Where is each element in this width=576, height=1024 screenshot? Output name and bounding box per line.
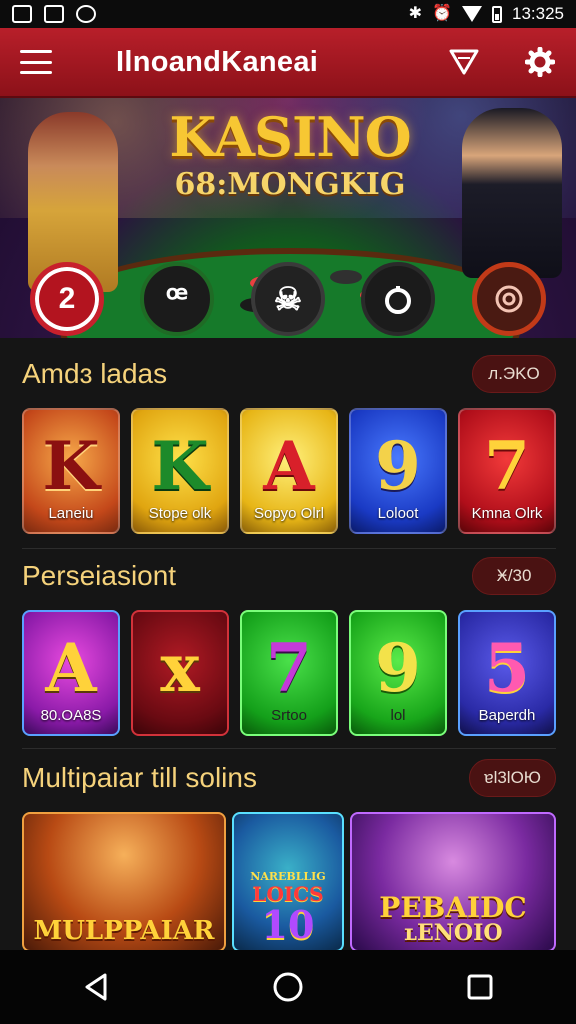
game-glyph: K — [42, 427, 100, 505]
app-bar: IlnoandKaneai — [0, 28, 576, 98]
game-glyph: 9 — [375, 427, 421, 505]
game-label: Loloot — [377, 505, 419, 522]
category-target[interactable] — [472, 262, 546, 336]
promo-card[interactable]: NAREBLLIG LOICS 10 — [232, 812, 344, 952]
promo-card[interactable]: MULPPAIAR — [22, 812, 226, 952]
alarm-icon: ⏰ — [432, 5, 452, 22]
game-label: Sopyo Olrl — [253, 505, 325, 522]
divider — [22, 548, 556, 549]
image-icon — [12, 5, 32, 23]
navigation-bar — [0, 950, 576, 1024]
category-skull[interactable]: ☠ — [251, 262, 325, 336]
filter-icon[interactable] — [448, 46, 480, 78]
app-notification-icon — [76, 5, 96, 23]
section-header-1: Amdɜ ladas ᴫ.ЭKO — [22, 354, 556, 394]
game-tile[interactable]: 9 lol — [349, 610, 447, 736]
game-glyph: 5 — [484, 629, 530, 707]
app-screen: ✱ ⏰ 13:325 IlnoandKaneai KASINO 68:MONGK… — [0, 0, 576, 1024]
game-label: Srtoo — [271, 707, 307, 724]
logo-title: KASINO — [169, 105, 411, 169]
logo-subtitle: 68:MONGKIG — [174, 167, 406, 202]
game-tile[interactable]: A Sopyo Olrl — [240, 408, 338, 534]
category-power[interactable] — [361, 262, 435, 336]
promo-title: MULPPAIAR — [33, 916, 215, 946]
promo-title: PEBAIDC — [379, 891, 527, 924]
see-all-button[interactable]: Ӿ/30 — [472, 557, 556, 595]
game-tile[interactable]: 7 Kmna Olrk — [458, 408, 556, 534]
game-glyph: x — [160, 629, 200, 707]
section-title: Amdɜ ladas — [22, 358, 168, 389]
section-title: Perseiasiont — [22, 560, 177, 591]
game-label: Baperdh — [478, 707, 536, 724]
promo-card[interactable]: PEBAIDC ʟENOIO — [350, 812, 556, 952]
casino-logo: KASINO 68:MONGKIG — [160, 110, 420, 201]
game-label: Laneiu — [48, 505, 94, 522]
game-label: Stope olk — [148, 505, 212, 522]
game-tile[interactable]: x — [131, 610, 229, 736]
see-all-button[interactable]: ᴫ.ЭKO — [472, 355, 556, 393]
promo-number: 10 — [261, 902, 315, 947]
skull-icon: ☠ — [273, 281, 303, 317]
game-glyph: 7 — [484, 427, 530, 505]
bluetooth-icon: ✱ — [408, 5, 423, 22]
home-icon[interactable] — [264, 963, 312, 1011]
section-header-3: Multipaiar till solins ɐl3lOЮ — [22, 758, 556, 798]
game-label: Kmna Olrk — [471, 505, 543, 522]
promo-title: LOICS — [252, 882, 324, 906]
power-icon — [385, 286, 411, 314]
game-glyph: 9 — [375, 629, 421, 707]
five-icon: ꟹ — [166, 280, 188, 318]
status-bar: ✱ ⏰ 13:325 — [0, 0, 576, 28]
see-all-button[interactable]: ɐl3lOЮ — [469, 759, 556, 797]
category-number[interactable]: 2 — [30, 262, 104, 336]
game-label: 80.OA8S — [40, 707, 102, 724]
target-icon — [495, 285, 523, 313]
game-tile[interactable]: K Stope olk — [131, 408, 229, 534]
category-number-label: 2 — [58, 282, 76, 315]
promo-subtitle: ʟENOIO — [403, 920, 503, 946]
game-row-2: A 80.OA8S x 7 Srtoo 9 lol 5 Baperdh — [22, 610, 556, 736]
section-title: Multipaiar till solins — [22, 762, 257, 793]
category-row: 2 ꟹ ☠ — [0, 258, 576, 340]
game-glyph: 7 — [266, 629, 312, 707]
game-tile[interactable]: 7 Srtoo — [240, 610, 338, 736]
back-icon[interactable] — [72, 963, 120, 1011]
signal-icon — [462, 6, 482, 22]
game-label: lol — [390, 707, 406, 724]
clock: 13:325 — [512, 4, 564, 23]
game-glyph: K — [151, 427, 209, 505]
game-tile[interactable]: 9 Loloot — [349, 408, 447, 534]
category-five[interactable]: ꟹ — [140, 262, 214, 336]
section-header-2: Perseiasiont Ӿ/30 — [22, 556, 556, 596]
game-tile[interactable]: K Laneiu — [22, 408, 120, 534]
game-glyph: A — [45, 629, 97, 707]
game-row-1: K Laneiu K Stope olk A Sopyo Olrl 9 Lolo… — [22, 408, 556, 534]
promo-subtitle: NAREBLLIG — [250, 870, 326, 883]
game-tile[interactable]: 5 Baperdh — [458, 610, 556, 736]
gallery-icon — [44, 5, 64, 23]
dealer-man-image — [462, 108, 562, 278]
game-glyph: A — [263, 427, 315, 505]
game-tile[interactable]: A 80.OA8S — [22, 610, 120, 736]
app-title: IlnoandKaneai — [116, 45, 319, 78]
menu-icon[interactable] — [20, 50, 52, 74]
battery-icon — [492, 5, 502, 23]
recents-icon[interactable] — [456, 963, 504, 1011]
divider — [22, 748, 556, 749]
settings-icon[interactable] — [524, 46, 556, 78]
